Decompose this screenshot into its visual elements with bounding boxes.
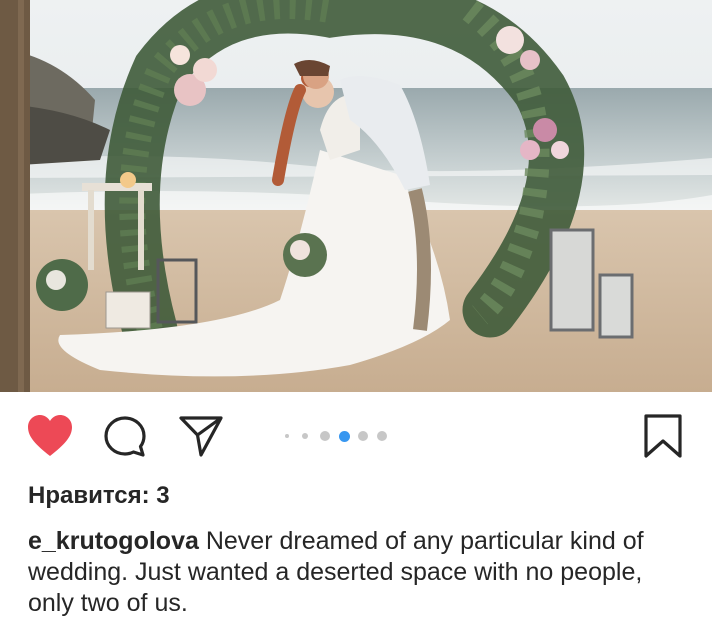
carousel-dot: [377, 431, 387, 441]
carousel-dot-active: [339, 431, 350, 442]
heart-filled-icon[interactable]: [26, 414, 74, 463]
carousel-dot: [285, 434, 289, 438]
likes-count[interactable]: Нравится: 3: [28, 482, 170, 510]
caption-username[interactable]: e_krutogolova: [28, 527, 199, 555]
bookmark-icon[interactable]: [643, 413, 683, 464]
post-caption: e_krutogolova Never dreamed of any parti…: [28, 526, 688, 619]
comment-bubble-icon[interactable]: [103, 415, 147, 464]
post-photo[interactable]: [0, 0, 712, 392]
wedding-photo-illustration: [0, 0, 712, 392]
paper-plane-icon[interactable]: [178, 414, 224, 463]
carousel-dot: [302, 433, 308, 439]
carousel-dot: [320, 431, 330, 441]
post-action-bar: [0, 392, 712, 482]
carousel-dot: [358, 431, 368, 441]
